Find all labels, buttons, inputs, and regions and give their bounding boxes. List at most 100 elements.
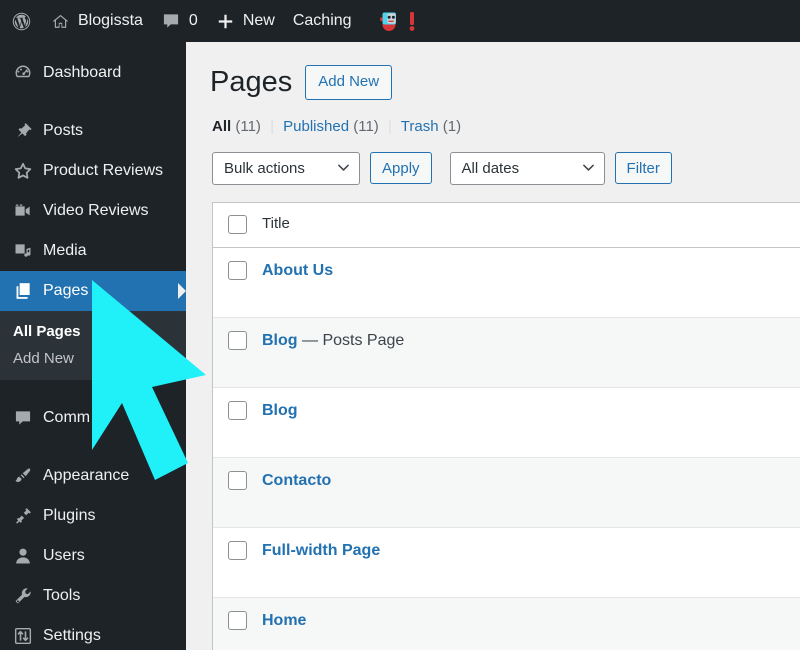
column-header-title[interactable]: Title bbox=[262, 215, 290, 232]
caching-menu[interactable]: Caching bbox=[284, 0, 361, 42]
row-title-cell: About Us bbox=[262, 248, 333, 282]
row-select-cell bbox=[213, 318, 262, 350]
table-navigation-top: Bulk actions Apply All dates Filter bbox=[186, 135, 800, 185]
paintbrush-icon bbox=[13, 466, 39, 486]
sidebar-item-settings[interactable]: Settings bbox=[0, 616, 186, 650]
sidebar-label: Plugins bbox=[43, 507, 96, 524]
wp-admin-screen: Blogissta 0 New Caching Dashboard Posts … bbox=[0, 0, 800, 650]
comment-bubble-icon bbox=[161, 11, 181, 31]
comments-icon bbox=[13, 408, 39, 428]
row-checkbox[interactable] bbox=[228, 610, 247, 630]
table-row[interactable]: Full-width Page bbox=[213, 527, 800, 598]
row-title-cell: Blog — Posts Page bbox=[262, 318, 404, 352]
row-title-link[interactable]: Contacto bbox=[262, 472, 331, 489]
add-new-button[interactable]: Add New bbox=[305, 65, 393, 101]
date-filter-select[interactable]: All dates bbox=[449, 151, 605, 185]
row-title-cell: Full-width Page bbox=[262, 528, 380, 562]
sidebar-label: Posts bbox=[43, 122, 84, 139]
table-row[interactable]: About Us bbox=[213, 247, 800, 318]
filter-button[interactable]: Filter bbox=[614, 152, 672, 185]
main-content: Pages Add New All (11) | Published (11) … bbox=[186, 42, 800, 650]
sidebar-label: Pages bbox=[43, 282, 89, 299]
sidebar-item-tools[interactable]: Tools bbox=[0, 576, 186, 616]
media-icon bbox=[13, 241, 39, 261]
view-separator: | bbox=[387, 117, 392, 135]
filter-label: Filter bbox=[626, 159, 660, 177]
row-title-link[interactable]: About Us bbox=[262, 262, 333, 279]
select-all-checkbox[interactable] bbox=[228, 215, 247, 235]
site-name-label: Blogissta bbox=[78, 12, 143, 29]
sidebar-label: Product Reviews bbox=[43, 162, 164, 179]
table-row[interactable]: Blog bbox=[213, 387, 800, 458]
sidebar-label: Tools bbox=[43, 587, 81, 604]
row-checkbox[interactable] bbox=[228, 540, 247, 560]
row-title-link[interactable]: Home bbox=[262, 612, 306, 629]
caching-label: Caching bbox=[292, 12, 352, 29]
sidebar-label: Dashboard bbox=[43, 64, 122, 81]
dashboard-icon bbox=[13, 63, 39, 83]
sidebar-item-product-reviews[interactable]: Product Reviews bbox=[0, 151, 186, 191]
view-link-published[interactable]: Published bbox=[283, 118, 349, 135]
row-title-cell: Contacto bbox=[262, 458, 331, 492]
chevron-down-icon bbox=[338, 164, 349, 171]
submenu-item-add-new[interactable]: Add New bbox=[0, 345, 186, 372]
sidebar-item-video-reviews[interactable]: Video Reviews bbox=[0, 191, 186, 231]
sidebar-label: Comm bbox=[43, 409, 91, 426]
sidebar-item-dashboard[interactable]: Dashboard bbox=[0, 53, 186, 93]
site-name-menu[interactable]: Blogissta bbox=[42, 0, 152, 42]
chevron-down-icon bbox=[582, 164, 594, 171]
view-count-trash: (1) bbox=[442, 117, 462, 135]
pin-icon bbox=[13, 121, 39, 141]
apply-button[interactable]: Apply bbox=[370, 152, 432, 185]
row-title-link[interactable]: Full-width Page bbox=[262, 542, 380, 559]
settings-sliders-icon bbox=[13, 626, 39, 646]
sidebar-label: Video Reviews bbox=[43, 202, 149, 219]
row-select-cell bbox=[213, 388, 262, 420]
sidebar-item-media[interactable]: Media bbox=[0, 231, 186, 271]
sidebar-item-pages[interactable]: Pages bbox=[0, 271, 186, 311]
admin-sidebar-menu: Dashboard Posts Product Reviews Video Re… bbox=[0, 42, 186, 650]
table-row[interactable]: Home bbox=[213, 597, 800, 650]
apply-label: Apply bbox=[382, 159, 420, 177]
sidebar-label: Appearance bbox=[43, 467, 130, 484]
new-label: New bbox=[242, 12, 275, 29]
row-select-cell bbox=[213, 248, 262, 280]
page-header: Pages Add New bbox=[186, 42, 800, 102]
new-content-menu[interactable]: New bbox=[207, 0, 284, 42]
bulk-actions-select[interactable]: Bulk actions bbox=[212, 151, 360, 185]
comments-count: 0 bbox=[188, 12, 198, 29]
table-row[interactable]: Contacto bbox=[213, 457, 800, 528]
row-checkbox[interactable] bbox=[228, 330, 247, 350]
pages-list-table: Title About Us Blog — Posts Page Blog Co… bbox=[212, 201, 800, 650]
sidebar-item-comments[interactable]: Comm bbox=[0, 398, 186, 438]
sidebar-item-posts[interactable]: Posts bbox=[0, 111, 186, 151]
table-row[interactable]: Blog — Posts Page bbox=[213, 317, 800, 388]
sidebar-item-users[interactable]: Users bbox=[0, 536, 186, 576]
view-count-all: (11) bbox=[235, 117, 261, 135]
video-camera-icon bbox=[13, 201, 39, 221]
view-separator: | bbox=[270, 117, 274, 135]
page-title: Pages bbox=[210, 66, 293, 98]
all-dates-value: All dates bbox=[461, 159, 520, 177]
plugin-robot-icon bbox=[377, 8, 403, 34]
row-checkbox[interactable] bbox=[228, 470, 247, 490]
sidebar-item-plugins[interactable]: Plugins bbox=[0, 496, 186, 536]
row-title-cell: Blog bbox=[262, 388, 298, 422]
plug-icon bbox=[13, 506, 39, 526]
wordpress-logo-button[interactable] bbox=[0, 0, 42, 42]
row-checkbox[interactable] bbox=[228, 260, 247, 280]
alert-exclamation-icon bbox=[407, 8, 417, 34]
sidebar-label: Settings bbox=[43, 627, 101, 644]
row-checkbox[interactable] bbox=[228, 400, 247, 420]
submenu-item-all-pages[interactable]: All Pages bbox=[0, 318, 186, 345]
comments-bubble-button[interactable]: 0 bbox=[152, 0, 207, 42]
pages-submenu: All Pages Add New bbox=[0, 311, 186, 380]
row-title-link[interactable]: Blog bbox=[262, 332, 298, 349]
sidebar-item-appearance[interactable]: Appearance bbox=[0, 456, 186, 496]
view-link-all[interactable]: All bbox=[212, 118, 231, 135]
plus-icon bbox=[216, 12, 235, 31]
row-title-link[interactable]: Blog bbox=[262, 402, 298, 419]
view-link-trash[interactable]: Trash bbox=[401, 118, 439, 135]
plugin-status-menu[interactable] bbox=[361, 0, 426, 42]
user-icon bbox=[13, 546, 39, 566]
